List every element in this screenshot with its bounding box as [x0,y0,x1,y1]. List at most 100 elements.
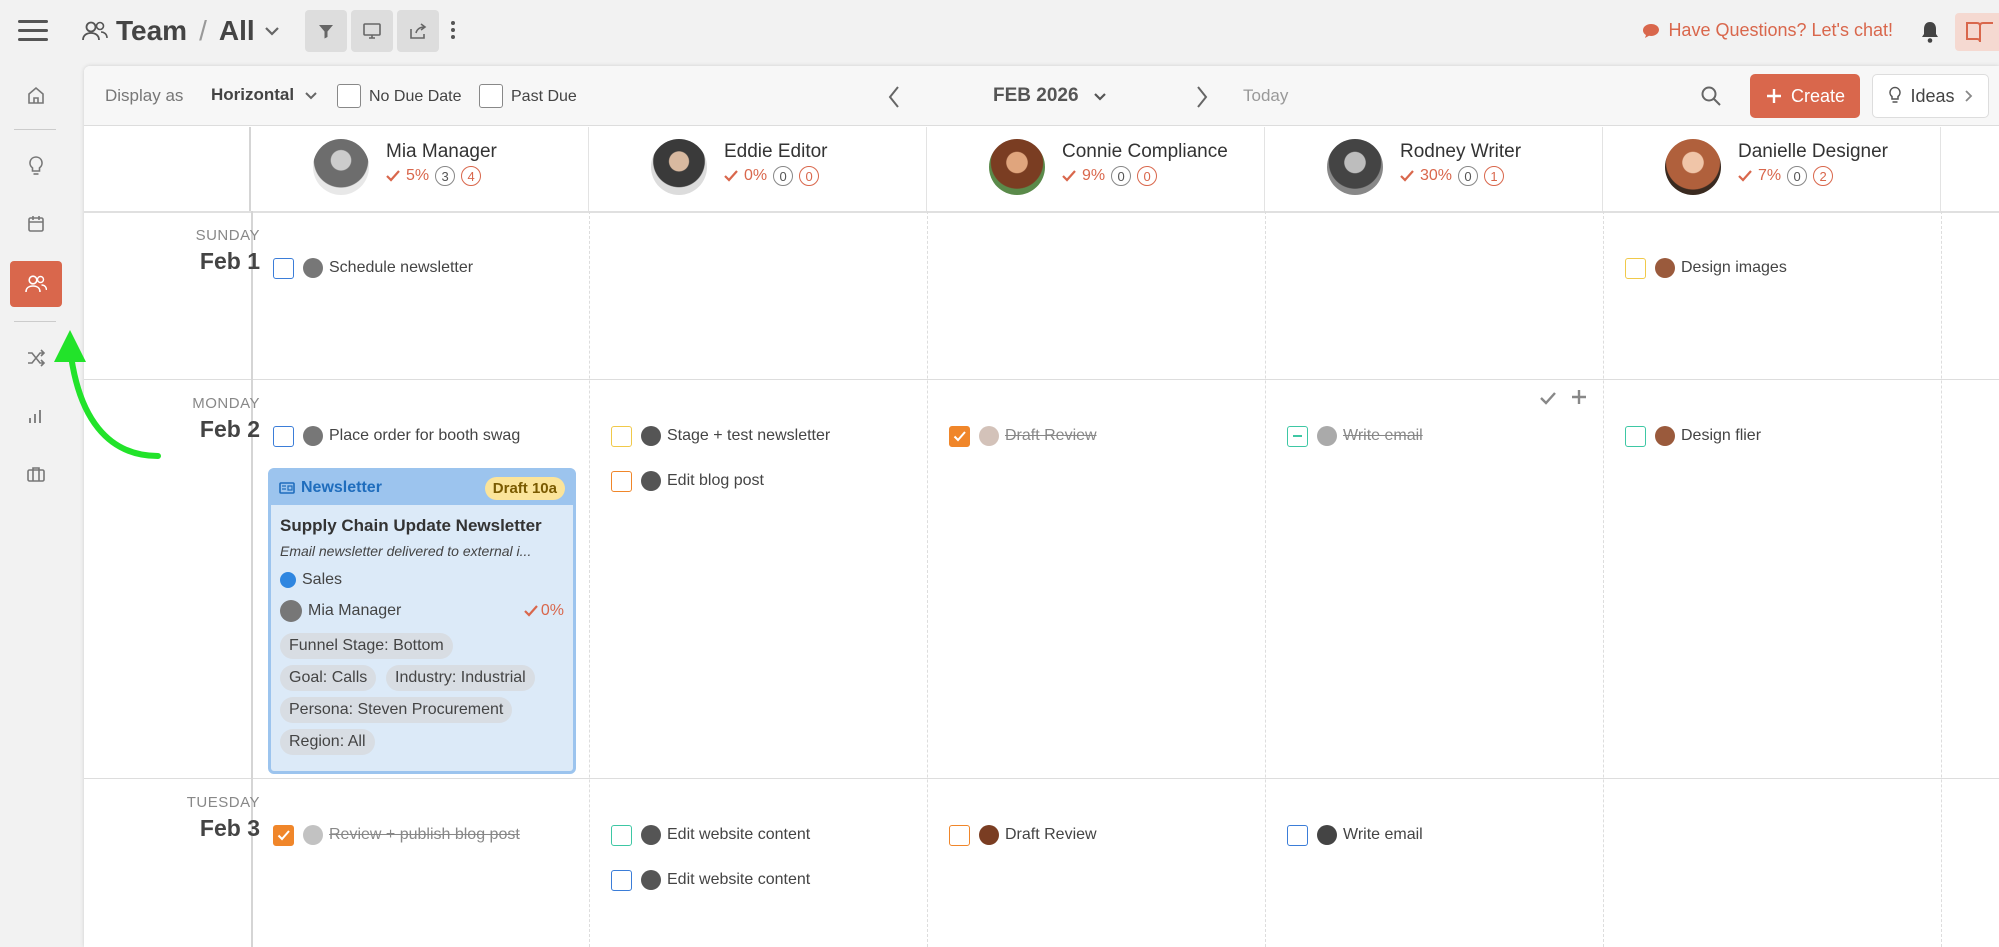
checkmark-icon[interactable] [1539,391,1557,405]
task-item[interactable]: Schedule newsletter [273,255,473,281]
category-label: Sales [302,571,343,588]
row-divider [84,379,1999,380]
card-tag: Funnel Stage: Bottom [280,633,453,659]
person-column-header[interactable]: Eddie Editor 0% 0 0 [589,127,927,211]
column-divider [1603,211,1604,947]
sidebar-home[interactable] [10,72,62,118]
column-divider [927,211,928,947]
ideas-button[interactable]: Ideas [1872,74,1989,118]
speech-bubble-icon [1643,23,1660,38]
person-column-header[interactable]: Rodney Writer 30% 0 1 [1265,127,1603,211]
today-button[interactable]: Today [1243,86,1288,106]
check-icon [524,605,538,617]
filter-button[interactable] [305,10,347,52]
present-button[interactable] [351,10,393,52]
person-column-header[interactable]: Danielle Designer 7% 0 2 [1603,127,1941,211]
task-title: Stage + test newsletter [667,427,831,444]
month-selector[interactable]: FEB 2026 [993,85,1079,107]
avatar [1327,139,1383,195]
task-item[interactable]: Write email [1287,822,1423,848]
task-item[interactable]: Design images [1625,255,1787,281]
hamburger-menu-icon[interactable] [18,20,48,42]
task-checkbox[interactable] [1625,257,1646,279]
person-column-header[interactable]: Connie Compliance 9% 0 0 [927,127,1265,211]
task-checkbox[interactable] [949,425,970,447]
task-item[interactable]: Place order for booth swag [273,423,520,449]
no-due-date-checkbox[interactable] [337,84,361,108]
sidebar-divider [14,129,56,130]
crumb-section[interactable]: Team [116,15,187,47]
past-due-label: Past Due [511,88,577,105]
day-label: MONDAY Feb 2 [192,395,260,443]
monitor-icon [363,23,381,39]
task-title: Draft Review [1005,826,1097,843]
bell-icon[interactable] [1919,20,1941,44]
task-checkbox[interactable] [611,425,632,447]
sidebar-ideas[interactable] [10,143,62,189]
task-checkbox[interactable] [949,824,970,846]
task-item[interactable]: Draft Review [949,822,1097,848]
owner-name: Mia Manager [308,602,402,619]
search-icon[interactable] [1700,85,1722,107]
task-item[interactable]: Edit blog post [611,468,764,494]
plus-icon[interactable] [1570,388,1588,406]
task-item[interactable]: Edit website content [611,822,810,848]
chevron-down-icon[interactable] [304,91,318,101]
task-title: Edit blog post [667,472,764,489]
row-divider [84,778,1999,779]
avatar [641,870,661,890]
task-item[interactable]: Edit website content [611,867,810,893]
avatar [641,825,661,845]
chevron-left-icon[interactable] [886,84,902,110]
task-checkbox[interactable] [611,869,632,891]
check-icon [277,829,290,840]
card-header: Newsletter Draft 10a [271,471,573,505]
task-count: 0 [1111,166,1132,186]
content-card[interactable]: Newsletter Draft 10a Supply Chain Update… [268,468,576,774]
share-button[interactable] [397,10,439,52]
task-title: Schedule newsletter [329,259,474,276]
display-mode-select[interactable]: Horizontal [211,85,294,105]
avatar [641,426,661,446]
card-progress: 0% [524,602,564,620]
chevron-right-icon[interactable] [1194,84,1210,110]
day-date: Feb 1 [199,248,260,274]
task-item[interactable]: Draft Review [949,423,1097,449]
task-item[interactable]: Review + publish blog post [273,822,520,848]
task-count: 3 [435,166,456,186]
task-checkbox[interactable] [611,824,632,846]
create-button[interactable]: Create [1750,74,1860,118]
chat-link[interactable]: Have Questions? Let's chat! [1642,20,1893,41]
task-title: Place order for booth swag [329,427,521,444]
completion-percent: 9% [1082,167,1106,184]
card-tag: Industry: Industrial [386,665,535,691]
task-title: Write email [1343,427,1423,444]
person-column-header[interactable]: Mia Manager 5% 3 4 [251,127,589,211]
avatar [1317,825,1337,845]
task-checkbox[interactable] [611,470,632,492]
check-icon [1062,170,1076,182]
task-checkbox[interactable] [273,257,294,279]
task-checkbox[interactable] [1625,425,1646,447]
chevron-down-icon[interactable] [1093,92,1107,102]
top-bar: Team / All Have Questions? Let's chat! [0,0,1999,63]
guide-button[interactable] [1955,13,1999,51]
task-checkbox[interactable] [1287,824,1308,846]
task-item[interactable]: Design flier [1625,423,1761,449]
person-name: Rodney Writer [1400,141,1522,162]
chevron-down-icon[interactable] [263,25,281,37]
sidebar-team[interactable] [10,261,62,307]
task-checkbox[interactable] [273,824,294,846]
task-checkbox[interactable] [273,425,294,447]
column-divider [589,211,590,947]
sidebar-calendar[interactable] [10,201,62,247]
plus-icon [1766,89,1781,103]
task-item[interactable]: Stage + test newsletter [611,423,830,449]
progress-value: 0% [540,602,564,619]
bar-chart-icon [29,410,41,423]
task-checkbox[interactable] [1287,425,1308,447]
crumb-view[interactable]: All [219,15,255,47]
more-options-icon[interactable] [448,18,458,44]
task-item[interactable]: Write email [1287,423,1423,449]
past-due-checkbox[interactable] [479,84,503,108]
